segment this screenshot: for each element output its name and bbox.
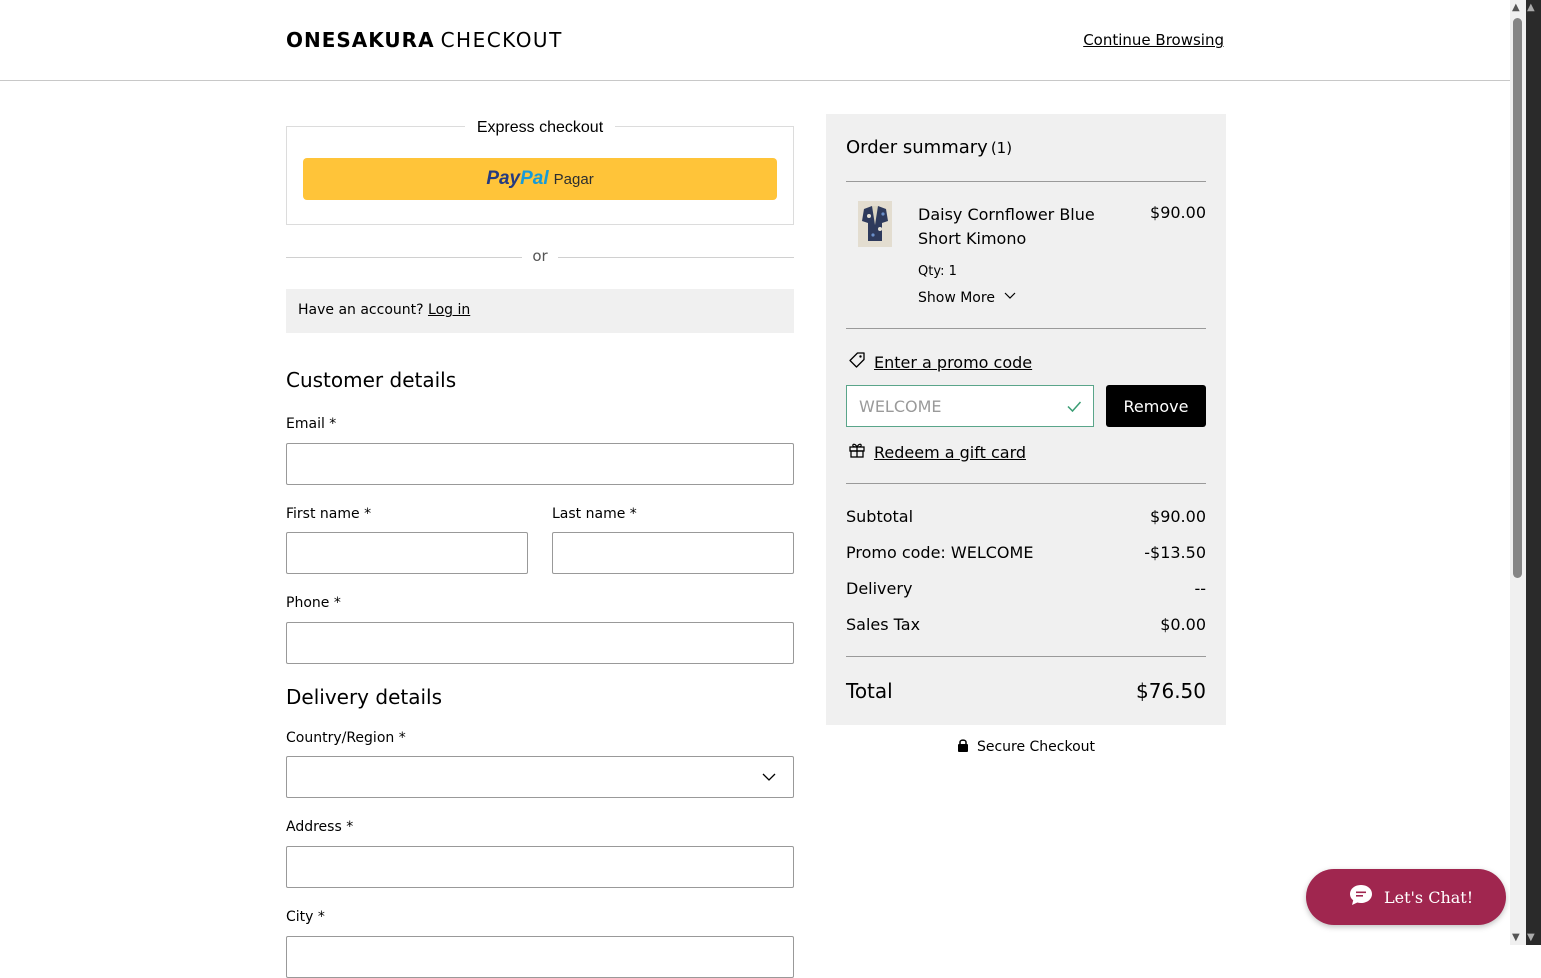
promo-code-link[interactable]: Enter a promo code bbox=[874, 353, 1032, 372]
promo-code-input[interactable]: WELCOME bbox=[846, 385, 1094, 427]
delivery-value: -- bbox=[1194, 579, 1206, 598]
chat-widget-button[interactable]: Let's Chat! bbox=[1306, 869, 1506, 925]
subtotal-value: $90.00 bbox=[1150, 507, 1206, 526]
brand-sub: CHECKOUT bbox=[440, 28, 563, 52]
product-price: $90.00 bbox=[1150, 203, 1206, 222]
phone-label: Phone * bbox=[286, 595, 341, 611]
chevron-down-icon bbox=[761, 769, 777, 789]
product-name: Daisy Cornflower Blue Short Kimono bbox=[918, 205, 1095, 248]
promo-code-toggle[interactable]: Enter a promo code bbox=[848, 351, 1032, 373]
country-label: Country/Region * bbox=[286, 730, 406, 746]
scrollbar-track: ▲ ▼ bbox=[1526, 0, 1541, 945]
secure-checkout-badge: Secure Checkout bbox=[826, 738, 1226, 756]
paypal-logo-pal: Pal bbox=[520, 168, 549, 189]
gift-card-link[interactable]: Redeem a gift card bbox=[874, 443, 1026, 462]
tag-icon bbox=[848, 351, 866, 373]
account-banner: Have an account? Log in bbox=[286, 289, 794, 333]
show-more-button[interactable]: Show More bbox=[918, 289, 1017, 307]
first-name-label: First name * bbox=[286, 506, 372, 522]
address-label: Address * bbox=[286, 819, 354, 835]
address-field[interactable] bbox=[286, 846, 794, 888]
or-separator: or bbox=[286, 246, 794, 268]
sales-tax-row: Sales Tax $0.00 bbox=[846, 615, 1206, 634]
scroll-up-icon[interactable]: ▲ bbox=[1512, 2, 1520, 13]
gift-card-toggle[interactable]: Redeem a gift card bbox=[848, 441, 1026, 463]
scroll-up-icon[interactable]: ▲ bbox=[1527, 2, 1535, 13]
divider bbox=[846, 328, 1206, 329]
paypal-logo-pay: Pay bbox=[486, 168, 521, 189]
lock-icon bbox=[957, 738, 969, 756]
express-checkout-box: Express checkout Pay Pal Pagar bbox=[286, 119, 794, 225]
chevron-down-icon bbox=[1003, 289, 1017, 307]
product-thumbnail[interactable] bbox=[858, 201, 892, 247]
total-label: Total bbox=[846, 679, 893, 703]
site-header: ONESAKURA CHECKOUT Continue Browsing bbox=[0, 0, 1510, 81]
sales-tax-value: $0.00 bbox=[1160, 615, 1206, 634]
scroll-down-icon[interactable]: ▼ bbox=[1527, 932, 1535, 943]
country-select[interactable] bbox=[286, 756, 794, 798]
scrollbar-thumb[interactable] bbox=[1513, 18, 1522, 578]
account-prompt: Have an account? bbox=[298, 302, 424, 318]
product-qty: Qty: 1 bbox=[918, 264, 957, 279]
city-field[interactable] bbox=[286, 936, 794, 978]
phone-field[interactable] bbox=[286, 622, 794, 664]
or-label: or bbox=[532, 247, 548, 265]
promo-code-value: WELCOME bbox=[859, 397, 942, 416]
customer-details-title: Customer details bbox=[286, 368, 457, 392]
email-label: Email * bbox=[286, 416, 337, 432]
login-link[interactable]: Log in bbox=[428, 302, 470, 318]
gift-icon bbox=[848, 441, 866, 463]
subtotal-label: Subtotal bbox=[846, 507, 914, 526]
chat-bubble-icon bbox=[1348, 883, 1374, 911]
subtotal-row: Subtotal $90.00 bbox=[846, 507, 1206, 526]
express-checkout-title: Express checkout bbox=[464, 119, 616, 136]
delivery-details-title: Delivery details bbox=[286, 685, 443, 709]
total-row: Total $76.50 bbox=[846, 679, 1206, 703]
order-summary-title: Order summary (1) bbox=[846, 137, 1012, 158]
check-icon bbox=[1065, 397, 1083, 419]
divider bbox=[846, 181, 1206, 182]
divider bbox=[846, 656, 1206, 657]
continue-browsing-link[interactable]: Continue Browsing bbox=[1083, 31, 1224, 49]
show-more-label: Show More bbox=[918, 290, 995, 306]
brand-logo[interactable]: ONESAKURA CHECKOUT bbox=[286, 28, 563, 52]
last-name-label: Last name * bbox=[552, 506, 637, 522]
delivery-label: Delivery bbox=[846, 579, 913, 598]
order-summary-label: Order summary bbox=[846, 137, 988, 158]
remove-promo-button[interactable]: Remove bbox=[1106, 385, 1206, 427]
scroll-down-icon[interactable]: ▼ bbox=[1512, 932, 1520, 943]
last-name-field[interactable] bbox=[552, 532, 794, 574]
promo-discount: -$13.50 bbox=[1144, 543, 1206, 562]
sales-tax-label: Sales Tax bbox=[846, 615, 921, 634]
first-name-field[interactable] bbox=[286, 532, 528, 574]
promo-label: Promo code: WELCOME bbox=[846, 543, 1034, 562]
total-value: $76.50 bbox=[1136, 679, 1206, 703]
divider bbox=[846, 483, 1206, 484]
promo-row: Promo code: WELCOME -$13.50 bbox=[846, 543, 1206, 562]
city-label: City * bbox=[286, 909, 325, 925]
divider bbox=[558, 257, 794, 258]
email-field[interactable] bbox=[286, 443, 794, 485]
page-scrollbar[interactable]: ▲ ▼ ▲ ▼ bbox=[1510, 0, 1541, 945]
brand-name: ONESAKURA bbox=[286, 28, 435, 52]
delivery-row: Delivery -- bbox=[846, 579, 1206, 598]
secure-checkout-label: Secure Checkout bbox=[976, 739, 1096, 755]
chat-label: Let's Chat! bbox=[1384, 887, 1474, 907]
order-summary-panel: Order summary (1) Daisy Cornflower Blue S… bbox=[826, 114, 1226, 725]
paypal-button[interactable]: Pay Pal Pagar bbox=[303, 158, 777, 200]
paypal-action-label: Pagar bbox=[553, 170, 594, 188]
order-item-count: (1) bbox=[990, 139, 1013, 157]
